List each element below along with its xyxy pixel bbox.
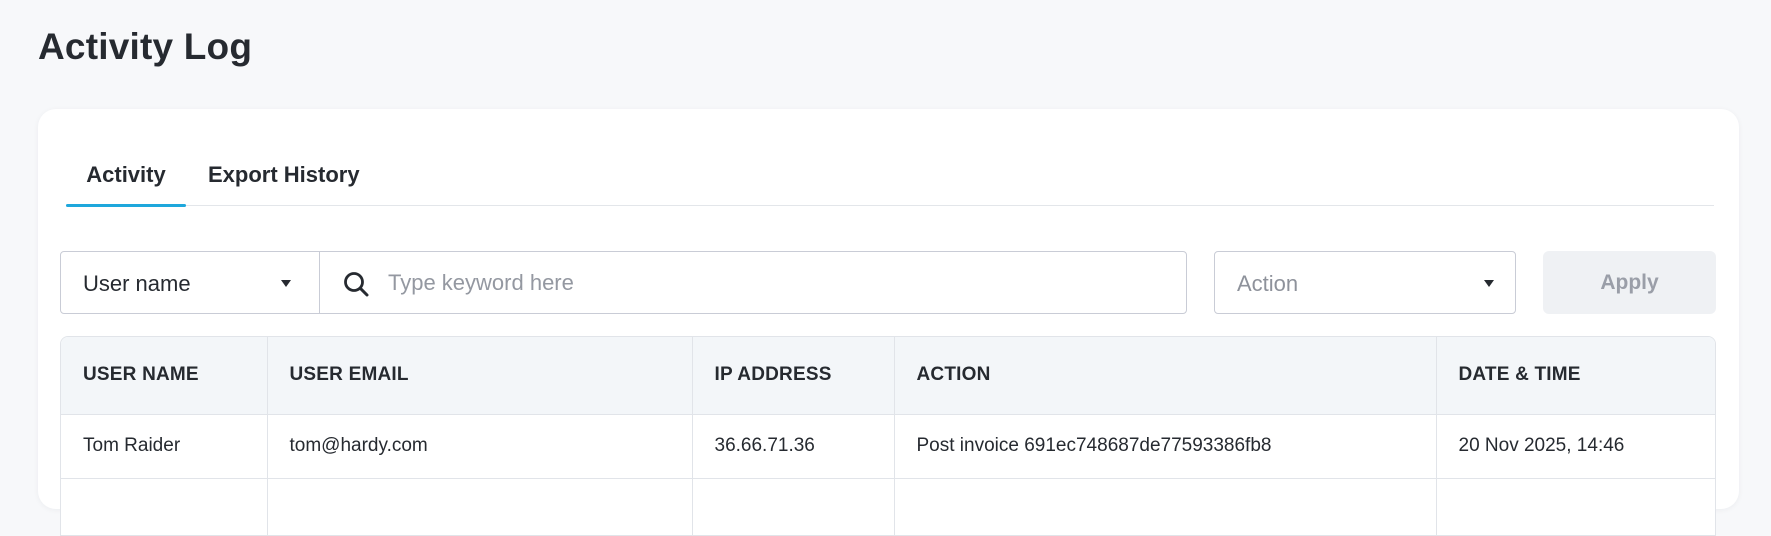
search-input[interactable] <box>388 264 1168 302</box>
table-header-row: USER NAME USER EMAIL IP ADDRESS ACTION D… <box>61 337 1715 415</box>
tab-activity[interactable]: Activity <box>66 149 186 207</box>
activity-card: Activity Export History User name Action… <box>38 109 1739 536</box>
tab-bar: Activity Export History <box>66 149 1714 207</box>
cell-date-time: 20 Nov 2025, 14:46 <box>1436 414 1715 479</box>
table-row[interactable] <box>61 478 1715 535</box>
user-name-select[interactable]: User name <box>60 251 320 314</box>
caret-down-icon <box>1484 280 1494 287</box>
action-select[interactable]: Action <box>1214 251 1516 314</box>
cell-action: Post invoice 691ec748687de77593386fb8 <box>894 414 1437 479</box>
column-header-action[interactable]: ACTION <box>894 337 1437 415</box>
activity-table: USER NAME USER EMAIL IP ADDRESS ACTION D… <box>60 336 1716 536</box>
column-header-user-email[interactable]: USER EMAIL <box>267 337 693 415</box>
table-row[interactable]: Tom Raider tom@hardy.com 36.66.71.36 Pos… <box>61 414 1715 479</box>
search-box <box>319 251 1187 314</box>
cell-ip-address: 36.66.71.36 <box>692 414 895 479</box>
column-header-ip-address[interactable]: IP ADDRESS <box>692 337 895 415</box>
caret-down-icon <box>281 280 291 287</box>
column-header-user-name[interactable]: USER NAME <box>61 337 268 415</box>
cell-user-name: Tom Raider <box>61 414 268 479</box>
cell-user-email: tom@hardy.com <box>267 414 693 479</box>
page-title: Activity Log <box>38 26 253 67</box>
search-icon <box>344 272 369 297</box>
user-name-select-value: User name <box>83 271 191 296</box>
tab-export-history[interactable]: Export History <box>208 149 368 206</box>
apply-button[interactable]: Apply <box>1543 251 1716 314</box>
column-header-date-time[interactable]: DATE & TIME <box>1436 337 1715 415</box>
filter-bar: User name Action Apply <box>60 251 1716 314</box>
action-select-value: Action <box>1237 271 1299 296</box>
